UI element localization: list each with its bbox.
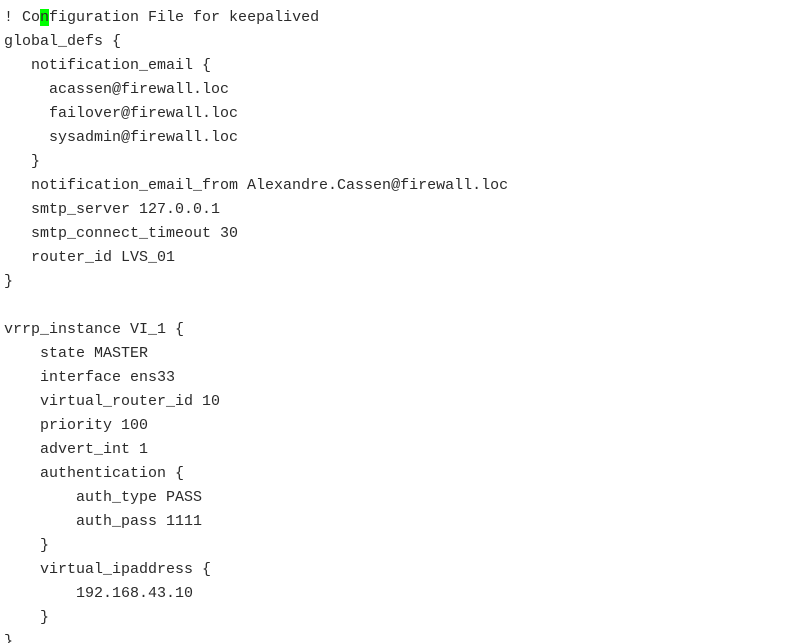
config-body: global_defs { notification_email { acass… — [4, 33, 508, 643]
line1-pre: ! Co — [4, 9, 40, 26]
line1-post: figuration File for keepalived — [49, 9, 319, 26]
config-file-content[interactable]: ! Configuration File for keepalived glob… — [0, 0, 803, 643]
text-cursor: n — [40, 9, 49, 26]
